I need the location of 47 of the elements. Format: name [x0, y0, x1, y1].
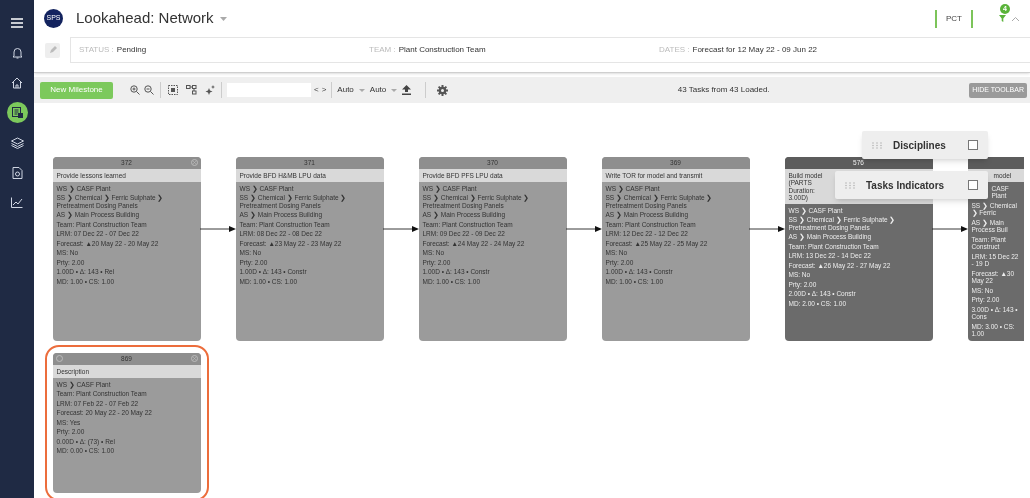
layers-icon	[10, 136, 24, 149]
auto-dropdown[interactable]: Auto	[369, 84, 398, 96]
line-chart-icon	[11, 197, 23, 208]
field-label: STATUS :	[79, 44, 114, 56]
drag-handle-icon[interactable]	[845, 181, 855, 189]
hierarchy-icon[interactable]	[186, 85, 197, 95]
checkbox[interactable]	[968, 180, 978, 190]
field-value: Pending	[116, 44, 147, 56]
sparkle-icon[interactable]	[205, 85, 215, 95]
task-card[interactable]	[235, 156, 384, 341]
field-value: Plant Construction Team	[398, 44, 486, 56]
task-summary: 43 Tasks from 43 Loaded.	[677, 84, 770, 96]
page-title: Lookahead: Network	[76, 8, 214, 29]
task-card[interactable]	[601, 156, 750, 341]
caret-icon	[358, 88, 365, 92]
bell-icon	[11, 46, 23, 59]
caret-icon	[391, 88, 398, 92]
sidebar-item[interactable]	[6, 102, 28, 123]
fit-to-screen-icon[interactable]	[168, 85, 178, 95]
connector-arrow	[200, 226, 236, 232]
zoom-in-icon[interactable]	[130, 85, 140, 95]
field-label: TEAM :	[369, 44, 396, 56]
panel-label: Tasks Indicators	[866, 178, 946, 193]
connector-arrow	[383, 226, 419, 232]
field-label: DATES :	[659, 44, 690, 56]
connector-arrow	[566, 226, 602, 232]
task-card[interactable]	[418, 156, 567, 341]
home-icon	[11, 76, 23, 89]
zoom-out-icon[interactable]	[144, 85, 154, 95]
checkbox[interactable]	[968, 140, 978, 150]
connector-arrow	[932, 226, 968, 232]
next-link[interactable]: >	[321, 84, 327, 96]
settings-icon[interactable]	[437, 84, 449, 96]
panel-label: Disciplines	[893, 138, 947, 153]
field-value: Forecast for 12 May 22 - 09 Jun 22	[692, 44, 818, 56]
upload-icon[interactable]	[402, 85, 412, 95]
list-icon	[11, 107, 23, 118]
previous-link[interactable]: <	[314, 84, 319, 96]
pct-toggle[interactable]: PCT	[935, 9, 973, 28]
drag-handle-icon[interactable]	[872, 141, 882, 149]
connector-arrow	[749, 226, 785, 232]
pencil-icon	[48, 46, 57, 54]
filter-icon	[998, 15, 1006, 22]
auto-dropdown[interactable]: Auto	[337, 84, 365, 96]
document-gear-icon	[11, 166, 23, 179]
menu-icon	[11, 17, 23, 28]
task-card[interactable]	[52, 156, 201, 341]
